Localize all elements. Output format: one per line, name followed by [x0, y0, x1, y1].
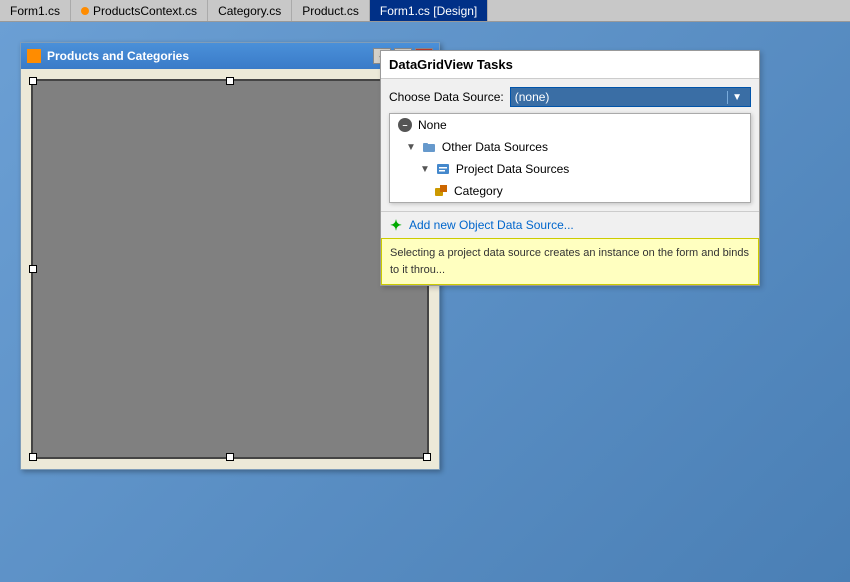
tab-productscontext[interactable]: ProductsContext.cs: [71, 0, 208, 21]
datasource-row: Choose Data Source: (none) ▼: [389, 87, 751, 107]
hint-text: Selecting a project data source creates …: [390, 247, 749, 276]
resize-handle-bm[interactable]: [226, 453, 234, 461]
tab-label: Category.cs: [218, 4, 281, 18]
designer-canvas: Products and Categories – □ ✕ ▶: [0, 22, 850, 582]
resize-handle-tm[interactable]: [226, 77, 234, 85]
form-title-bar: Products and Categories – □ ✕: [21, 43, 439, 69]
resize-handle-br[interactable]: [423, 453, 431, 461]
datasource-value: (none): [515, 90, 550, 104]
resize-handle-tl[interactable]: [29, 77, 37, 85]
dropdown-item-category[interactable]: Category: [390, 180, 750, 202]
form-window: Products and Categories – □ ✕ ▶: [20, 42, 440, 470]
datasource-dropdown[interactable]: (none) ▼: [510, 87, 751, 107]
tab-category[interactable]: Category.cs: [208, 0, 292, 21]
form-title: Products and Categories: [27, 49, 189, 63]
add-datasource-row[interactable]: ✦ Add new Object Data Source...: [381, 211, 759, 238]
tab-label: Product.cs: [302, 4, 359, 18]
tab-form1cs-design[interactable]: Form1.cs [Design]: [370, 0, 488, 21]
tasks-panel-title: DataGridView Tasks: [381, 51, 759, 79]
tasks-panel-body: Choose Data Source: (none) ▼ – None ▼: [381, 79, 759, 211]
add-datasource-icon: ✦: [389, 218, 403, 232]
dropdown-item-othersources[interactable]: ▼ Other Data Sources: [390, 136, 750, 158]
hint-box: Selecting a project data source creates …: [381, 238, 759, 285]
dropdown-item-projectsources[interactable]: ▼ Project Data Sources: [390, 158, 750, 180]
tab-label: ProductsContext.cs: [93, 4, 197, 18]
resize-handle-bl[interactable]: [29, 453, 37, 461]
category-icon: [434, 184, 448, 198]
dropdown-item-none[interactable]: – None: [390, 114, 750, 136]
datasource-label: Choose Data Source:: [389, 90, 504, 104]
project-datasource-icon: [436, 162, 450, 176]
datasource-dropdown-popup: – None ▼ Other Data Sources: [389, 113, 751, 203]
expand-arrow-icon: ▼: [420, 164, 430, 175]
form-body: ▶: [21, 69, 439, 469]
tab-label: Form1.cs: [10, 4, 60, 18]
expand-arrow-icon: ▼: [406, 142, 416, 153]
tab-dot-indicator: [81, 7, 89, 15]
tab-form1cs[interactable]: Form1.cs: [0, 0, 71, 21]
form-title-text: Products and Categories: [47, 49, 189, 63]
add-datasource-label: Add new Object Data Source...: [409, 218, 574, 232]
tab-product[interactable]: Product.cs: [292, 0, 370, 21]
dropdown-item-label: Category: [454, 184, 503, 198]
dropdown-arrow-icon[interactable]: ▼: [727, 91, 746, 104]
tab-label: Form1.cs [Design]: [380, 4, 477, 18]
datagridview-tasks-panel: DataGridView Tasks Choose Data Source: (…: [380, 50, 760, 286]
tab-bar: Form1.cs ProductsContext.cs Category.cs …: [0, 0, 850, 22]
dropdown-item-label: Project Data Sources: [456, 162, 569, 176]
resize-handle-ml[interactable]: [29, 265, 37, 273]
folder-datasource-icon: [422, 140, 436, 154]
datagrid-view[interactable]: ▶: [31, 79, 429, 459]
none-icon: –: [398, 118, 412, 132]
dropdown-item-label: None: [418, 118, 447, 132]
dropdown-item-label: Other Data Sources: [442, 140, 548, 154]
form-title-icon: [27, 49, 41, 63]
